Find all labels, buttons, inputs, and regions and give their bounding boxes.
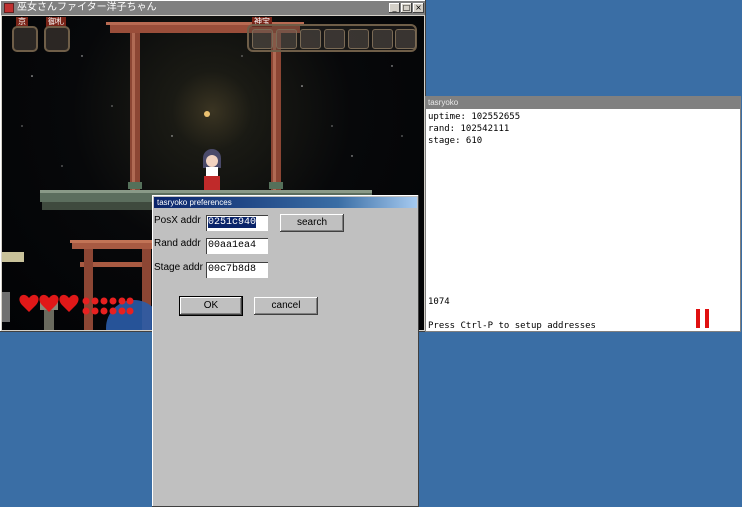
tasryoko-window: tasryoko uptime: 102552655 rand: 1025421…	[425, 96, 741, 332]
close-button[interactable]: ×	[413, 3, 424, 13]
search-button[interactable]: search	[280, 214, 344, 232]
lower-torii-beam	[72, 242, 156, 249]
treasure-slot	[276, 29, 297, 49]
hint-text: Press Ctrl-P to setup addresses	[428, 321, 596, 331]
preferences-dialog: tasryoko preferences PosX addr 0251c940 …	[152, 195, 419, 507]
treasure-slot	[324, 29, 345, 49]
shrine-maiden-sprite	[203, 149, 221, 190]
posx-address-value: 0251c940	[208, 217, 257, 228]
ledge	[2, 252, 24, 262]
life-hearts	[19, 294, 79, 312]
glow-orb	[204, 111, 210, 117]
rand-address-input[interactable]: 00aa1ea4	[206, 238, 268, 254]
treasure-slot	[252, 29, 273, 49]
game-title-bar[interactable]: 巫女さんファイター洋子ちゃん _ □ ×	[1, 1, 425, 15]
preferences-title-bar[interactable]: tasryoko preferences	[154, 197, 417, 208]
posx-label: PosX addr	[154, 215, 201, 226]
stage-readout: stage: 610	[428, 136, 483, 146]
app-icon	[4, 3, 14, 13]
treasure-slot	[395, 29, 416, 49]
stage-label: Stage addr	[154, 262, 203, 273]
game-window-title: 巫女さんファイター洋子ちゃん	[17, 2, 157, 13]
rand-label: Rand addr	[154, 238, 201, 249]
ok-button[interactable]: OK	[179, 296, 243, 316]
cancel-button[interactable]: cancel	[254, 297, 318, 315]
rand-readout: rand: 102542111	[428, 124, 510, 134]
hud-item-box-1	[12, 26, 38, 52]
maximize-button[interactable]: □	[401, 3, 412, 13]
hud-item-box-2	[44, 26, 70, 52]
treasure-slot	[372, 29, 393, 49]
treasure-slot	[300, 29, 321, 49]
stage-address-input[interactable]: 00c7b8d8	[206, 262, 268, 278]
posx-address-input[interactable]: 0251c940	[206, 215, 268, 231]
treasure-slots	[247, 24, 417, 52]
treasure-slot	[348, 29, 369, 49]
frame-counter: 1074	[428, 297, 450, 307]
uptime-readout: uptime: 102552655	[428, 112, 521, 122]
tasryoko-title-bar[interactable]: tasryoko	[426, 97, 740, 109]
pause-bar	[705, 309, 709, 328]
minimize-button[interactable]: _	[389, 3, 400, 13]
pause-bar	[696, 309, 700, 328]
